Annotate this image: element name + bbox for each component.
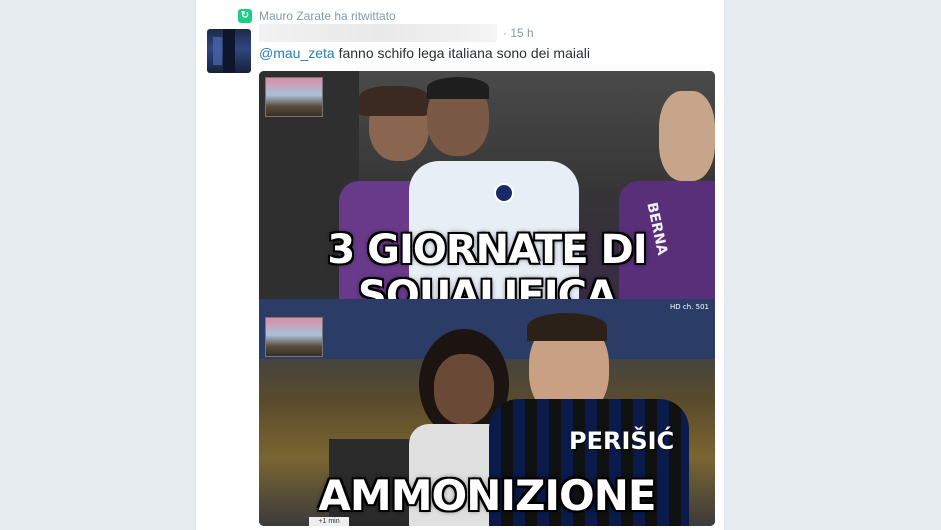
meme-panel-bottom: HD ch. 501 PERIŠIĆ AMMONIZIONE +1 min [259,299,715,526]
watermark-logo-bottom [265,317,323,357]
tweet-header: · 15 h [259,24,534,42]
mention-link[interactable]: @mau_zeta [259,45,335,61]
tweet-body: fanno schifo lega italiana sono dei maia… [334,45,590,61]
meme-panel-top: BERNA 3 GIORNATE DI SQUALIFICA [259,71,715,299]
avatar[interactable] [207,29,251,73]
retweet-context[interactable]: ↻ Mauro Zarate ha ritwittato [238,8,396,24]
tweet-photo[interactable]: BERNA 3 GIORNATE DI SQUALIFICA HD ch. 50… [259,71,715,526]
meme-caption-top: 3 GIORNATE DI SQUALIFICA [327,227,647,299]
retweet-context-text[interactable]: Mauro Zarate ha ritwittato [259,9,396,23]
retweet-icon: ↻ [238,9,252,23]
blurred-user-name[interactable] [259,24,497,42]
watermark-logo-top [265,77,323,117]
tweet-timestamp[interactable]: · 15 h [503,26,534,40]
tweet-card: ↻ Mauro Zarate ha ritwittato · 15 h @mau… [195,0,725,530]
meme-caption-bottom: AMMONIZIONE [318,471,656,520]
jersey-name: PERIŠIĆ [569,427,675,455]
tv-channel-label: HD ch. 501 [670,303,709,311]
overlay-tag: +1 min [309,517,349,526]
tweet-text: @mau_zeta fanno schifo lega italiana son… [259,44,709,62]
